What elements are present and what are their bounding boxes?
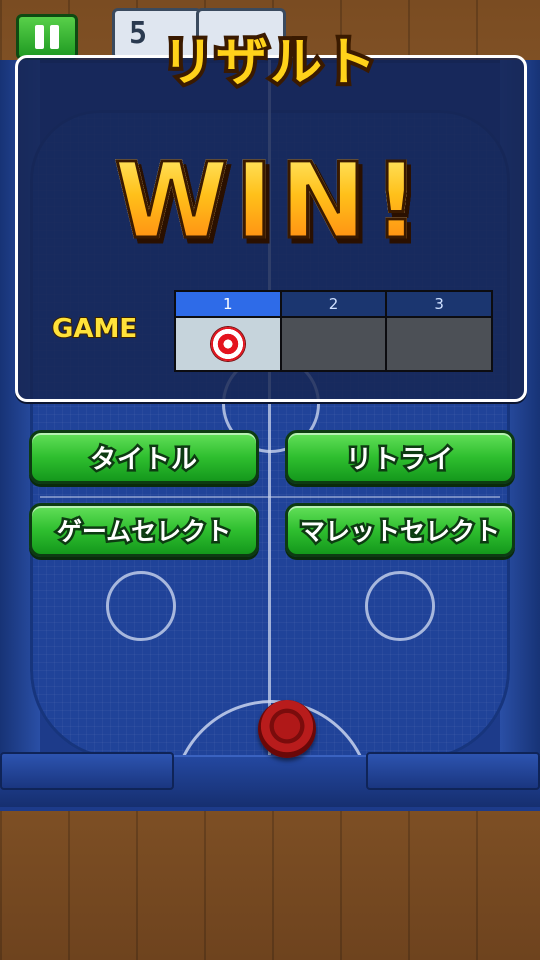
table-mid-line [40, 496, 500, 498]
mallet-select-button[interactable]: マレットセレクト [285, 503, 515, 557]
game-result-cell-3 [387, 318, 491, 370]
game-number-1: 1 [176, 292, 280, 316]
table-faceoff-circle-right [365, 571, 435, 641]
retry-button[interactable]: リトライ [285, 430, 515, 484]
table-side-slot-left [0, 752, 174, 790]
puck [258, 700, 316, 758]
game-result-cell-2 [281, 318, 386, 370]
game-number-3: 3 [387, 292, 491, 316]
game-select-button[interactable]: ゲームセレクト [29, 503, 259, 557]
target-icon [210, 327, 245, 361]
game-number-2: 2 [281, 292, 386, 316]
win-banner: WIN! [0, 139, 540, 264]
result-title: リザルト [158, 29, 380, 97]
table-faceoff-circle-left [106, 571, 176, 641]
game-label: GAME [51, 313, 138, 345]
game-result-cell-1 [176, 318, 280, 370]
title-button[interactable]: タイトル [29, 430, 259, 484]
game-results-table: 1 2 3 [174, 290, 493, 372]
table-side-slot-right [366, 752, 540, 790]
